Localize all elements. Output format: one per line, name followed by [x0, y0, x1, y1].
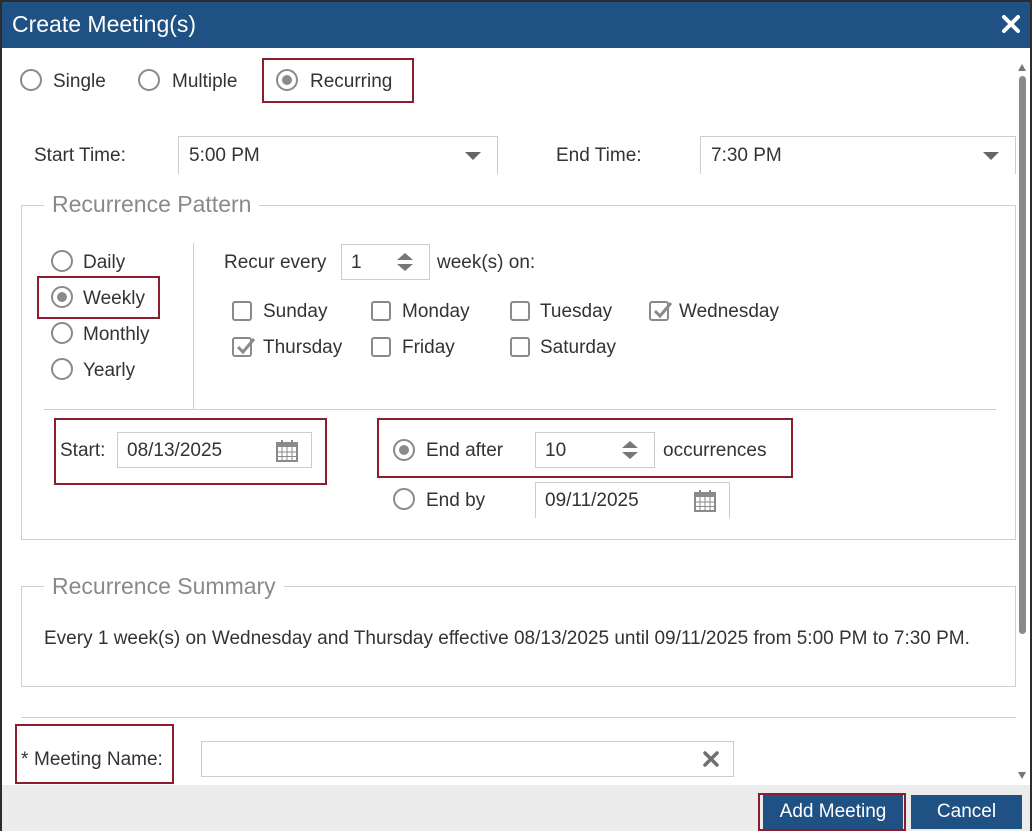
start-time-value: 5:00 PM — [189, 145, 260, 166]
scroll-up-arrow-icon[interactable] — [1018, 64, 1026, 71]
end-by-date-value: 09/11/2025 — [545, 490, 639, 511]
radio-multiple[interactable] — [138, 69, 160, 91]
stepper-up-icon[interactable] — [397, 253, 413, 260]
chevron-down-icon — [465, 152, 481, 160]
end-time-label: End Time: — [556, 145, 642, 166]
end-by-date-field[interactable]: 09/11/2025 — [535, 482, 730, 518]
recurrence-pattern-legend: Recurrence Pattern — [44, 191, 260, 218]
stepper-up-icon[interactable] — [622, 441, 638, 448]
checkbox-thursday-label: Thursday — [263, 337, 343, 358]
checkmark-icon — [236, 338, 256, 355]
start-time-label: Start Time: — [34, 145, 126, 166]
pattern-divider — [193, 243, 194, 409]
name-divider — [21, 717, 1016, 718]
checkbox-tuesday-label: Tuesday — [540, 301, 613, 322]
checkbox-monday-label: Monday — [402, 301, 470, 322]
dialog-footer: Add Meeting Cancel — [2, 785, 1030, 831]
end-after-value: 10 — [545, 440, 567, 461]
meeting-name-label: Meeting Name: — [34, 749, 163, 770]
radio-daily[interactable] — [51, 250, 73, 272]
radio-monthly[interactable] — [51, 322, 73, 344]
radio-weekly-label: Weekly — [83, 288, 145, 309]
dialog-titlebar: Create Meeting(s) — [2, 2, 1030, 48]
recurrence-summary-text: Every 1 week(s) on Wednesday and Thursda… — [44, 628, 970, 649]
checkbox-sunday[interactable] — [232, 301, 252, 321]
weeks-on-label: week(s) on: — [437, 252, 536, 273]
checkmark-icon — [653, 302, 673, 319]
dialog-title: Create Meeting(s) — [12, 11, 197, 37]
checkbox-friday[interactable] — [371, 337, 391, 357]
radio-yearly-label: Yearly — [83, 360, 136, 381]
checkbox-saturday-label: Saturday — [540, 337, 617, 358]
end-by-label: End by — [426, 490, 486, 511]
checkbox-monday[interactable] — [371, 301, 391, 321]
recur-every-label: Recur every — [224, 252, 327, 273]
radio-monthly-label: Monthly — [83, 324, 150, 345]
start-time-select[interactable]: 5:00 PM — [178, 136, 498, 174]
add-meeting-button[interactable]: Add Meeting — [763, 795, 903, 829]
radio-weekly[interactable] — [51, 286, 73, 308]
scroll-thumb[interactable] — [1019, 76, 1026, 634]
start-date-label: Start: — [60, 440, 106, 461]
checkbox-saturday[interactable] — [510, 337, 530, 357]
end-after-stepper[interactable]: 10 — [535, 432, 655, 468]
radio-recurring[interactable] — [276, 69, 298, 91]
start-date-field[interactable]: 08/13/2025 — [117, 432, 312, 468]
radio-yearly[interactable] — [51, 358, 73, 380]
radio-single-label: Single — [53, 71, 106, 92]
range-divider — [44, 409, 996, 410]
checkbox-sunday-label: Sunday — [263, 301, 328, 322]
start-date-value: 08/13/2025 — [127, 440, 223, 461]
radio-recurring-label: Recurring — [310, 71, 393, 92]
end-after-label: End after — [426, 440, 504, 461]
radio-end-by[interactable] — [393, 488, 415, 510]
checkbox-thursday[interactable] — [232, 337, 256, 357]
checkbox-tuesday[interactable] — [510, 301, 530, 321]
create-meeting-dialog: Create Meeting(s) Single Multiple Recurr… — [0, 0, 1032, 831]
checkbox-wednesday[interactable] — [649, 301, 673, 321]
radio-single[interactable] — [20, 69, 42, 91]
close-icon[interactable] — [1000, 13, 1022, 35]
checkbox-friday-label: Friday — [402, 337, 455, 358]
scroll-down-arrow-icon[interactable] — [1018, 772, 1026, 779]
chevron-down-icon — [983, 152, 999, 160]
checkbox-wednesday-label: Wednesday — [679, 301, 779, 322]
recur-every-value: 1 — [351, 252, 362, 273]
cancel-button[interactable]: Cancel — [911, 795, 1022, 829]
clear-icon[interactable] — [703, 751, 719, 773]
radio-end-after[interactable] — [393, 439, 415, 461]
occurrences-label: occurrences — [663, 440, 767, 461]
end-time-select[interactable]: 7:30 PM — [700, 136, 1016, 174]
scrollbar[interactable] — [1016, 64, 1028, 784]
stepper-down-icon[interactable] — [622, 452, 638, 459]
calendar-icon[interactable] — [693, 489, 717, 519]
stepper-down-icon[interactable] — [397, 264, 413, 271]
calendar-icon[interactable] — [275, 439, 299, 469]
end-time-value: 7:30 PM — [711, 145, 782, 166]
required-marker: * — [21, 749, 29, 770]
meeting-name-input[interactable] — [201, 741, 734, 777]
radio-daily-label: Daily — [83, 252, 126, 273]
recurrence-summary-legend: Recurrence Summary — [44, 573, 284, 600]
recur-every-stepper[interactable]: 1 — [341, 244, 430, 280]
radio-multiple-label: Multiple — [172, 71, 238, 92]
